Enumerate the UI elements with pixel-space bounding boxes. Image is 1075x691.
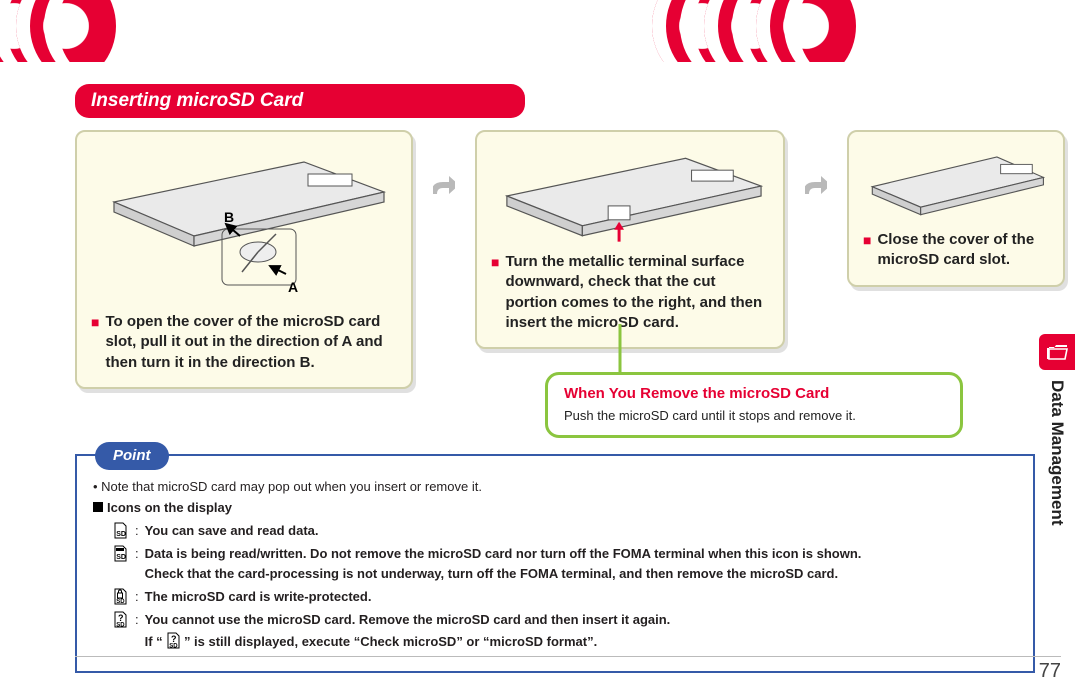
arrow-separator-2 bbox=[805, 130, 827, 205]
top-decoration bbox=[0, 0, 1075, 62]
bullet-icon: ■ bbox=[91, 312, 99, 373]
device-illustration-2 bbox=[491, 144, 769, 244]
svg-text:SD: SD bbox=[116, 599, 125, 605]
point-tab-label: Point bbox=[95, 442, 169, 470]
step-3-text: ■ Close the cover of the microSD card sl… bbox=[863, 230, 1049, 271]
callout-body: Push the microSD card until it stops and… bbox=[564, 408, 944, 423]
svg-text:B: B bbox=[224, 209, 234, 225]
svg-text:SD: SD bbox=[116, 554, 126, 561]
icon-row-2: SD : Data is being read/written. Do not … bbox=[111, 545, 1017, 585]
callout-title: When You Remove the microSD Card bbox=[564, 385, 944, 402]
device-illustration-1: A B bbox=[91, 144, 397, 304]
remove-card-callout: When You Remove the microSD Card Push th… bbox=[545, 372, 963, 438]
svg-text:A: A bbox=[288, 279, 298, 295]
step-1-text: ■ To open the cover of the microSD card … bbox=[91, 312, 397, 373]
step-panel-1: A B ■ To open the cover of the microSD c… bbox=[75, 130, 413, 389]
svg-text:SD: SD bbox=[116, 531, 126, 538]
svg-text:SD: SD bbox=[116, 623, 125, 629]
arrow-separator-1 bbox=[433, 130, 455, 205]
side-tab: Data Management bbox=[1039, 334, 1075, 634]
steps-row: A B ■ To open the cover of the microSD c… bbox=[75, 130, 1065, 389]
sd-icon-busy: SD bbox=[111, 545, 129, 562]
folder-icon bbox=[1039, 334, 1075, 370]
sd-icon-error: ?SD bbox=[111, 611, 129, 628]
step-panel-3: ■ Close the cover of the microSD card sl… bbox=[847, 130, 1065, 287]
point-box: Point • Note that microSD card may pop o… bbox=[75, 454, 1035, 673]
icon-row-4: ?SD : You cannot use the microSD card. R… bbox=[111, 611, 1017, 655]
footer-rule bbox=[75, 656, 1061, 657]
section-heading: Inserting microSD Card bbox=[75, 84, 525, 118]
bullet-icon: ■ bbox=[863, 230, 871, 271]
step-2-text: ■ Turn the metallic terminal surface dow… bbox=[491, 252, 769, 333]
sd-icon-locked: SD bbox=[111, 588, 129, 605]
side-tab-label: Data Management bbox=[1047, 380, 1067, 525]
page-number: 77 bbox=[1039, 660, 1061, 683]
bullet-icon: ■ bbox=[491, 252, 499, 333]
svg-text:?: ? bbox=[171, 634, 177, 644]
icons-heading: Icons on the display bbox=[93, 499, 1017, 518]
sd-icon-normal: SD bbox=[111, 522, 129, 539]
icon-row-3: SD : The microSD card is write-protected… bbox=[111, 588, 1017, 607]
device-illustration-3 bbox=[863, 144, 1049, 222]
sd-icon-error-inline: ?SD bbox=[166, 632, 180, 655]
svg-text:?: ? bbox=[118, 613, 124, 623]
icon-row-1: SD : You can save and read data. bbox=[111, 522, 1017, 541]
step-panel-2: ■ Turn the metallic terminal surface dow… bbox=[475, 130, 785, 349]
point-bullet-1: • Note that microSD card may pop out whe… bbox=[93, 478, 1017, 497]
svg-text:SD: SD bbox=[170, 643, 179, 649]
